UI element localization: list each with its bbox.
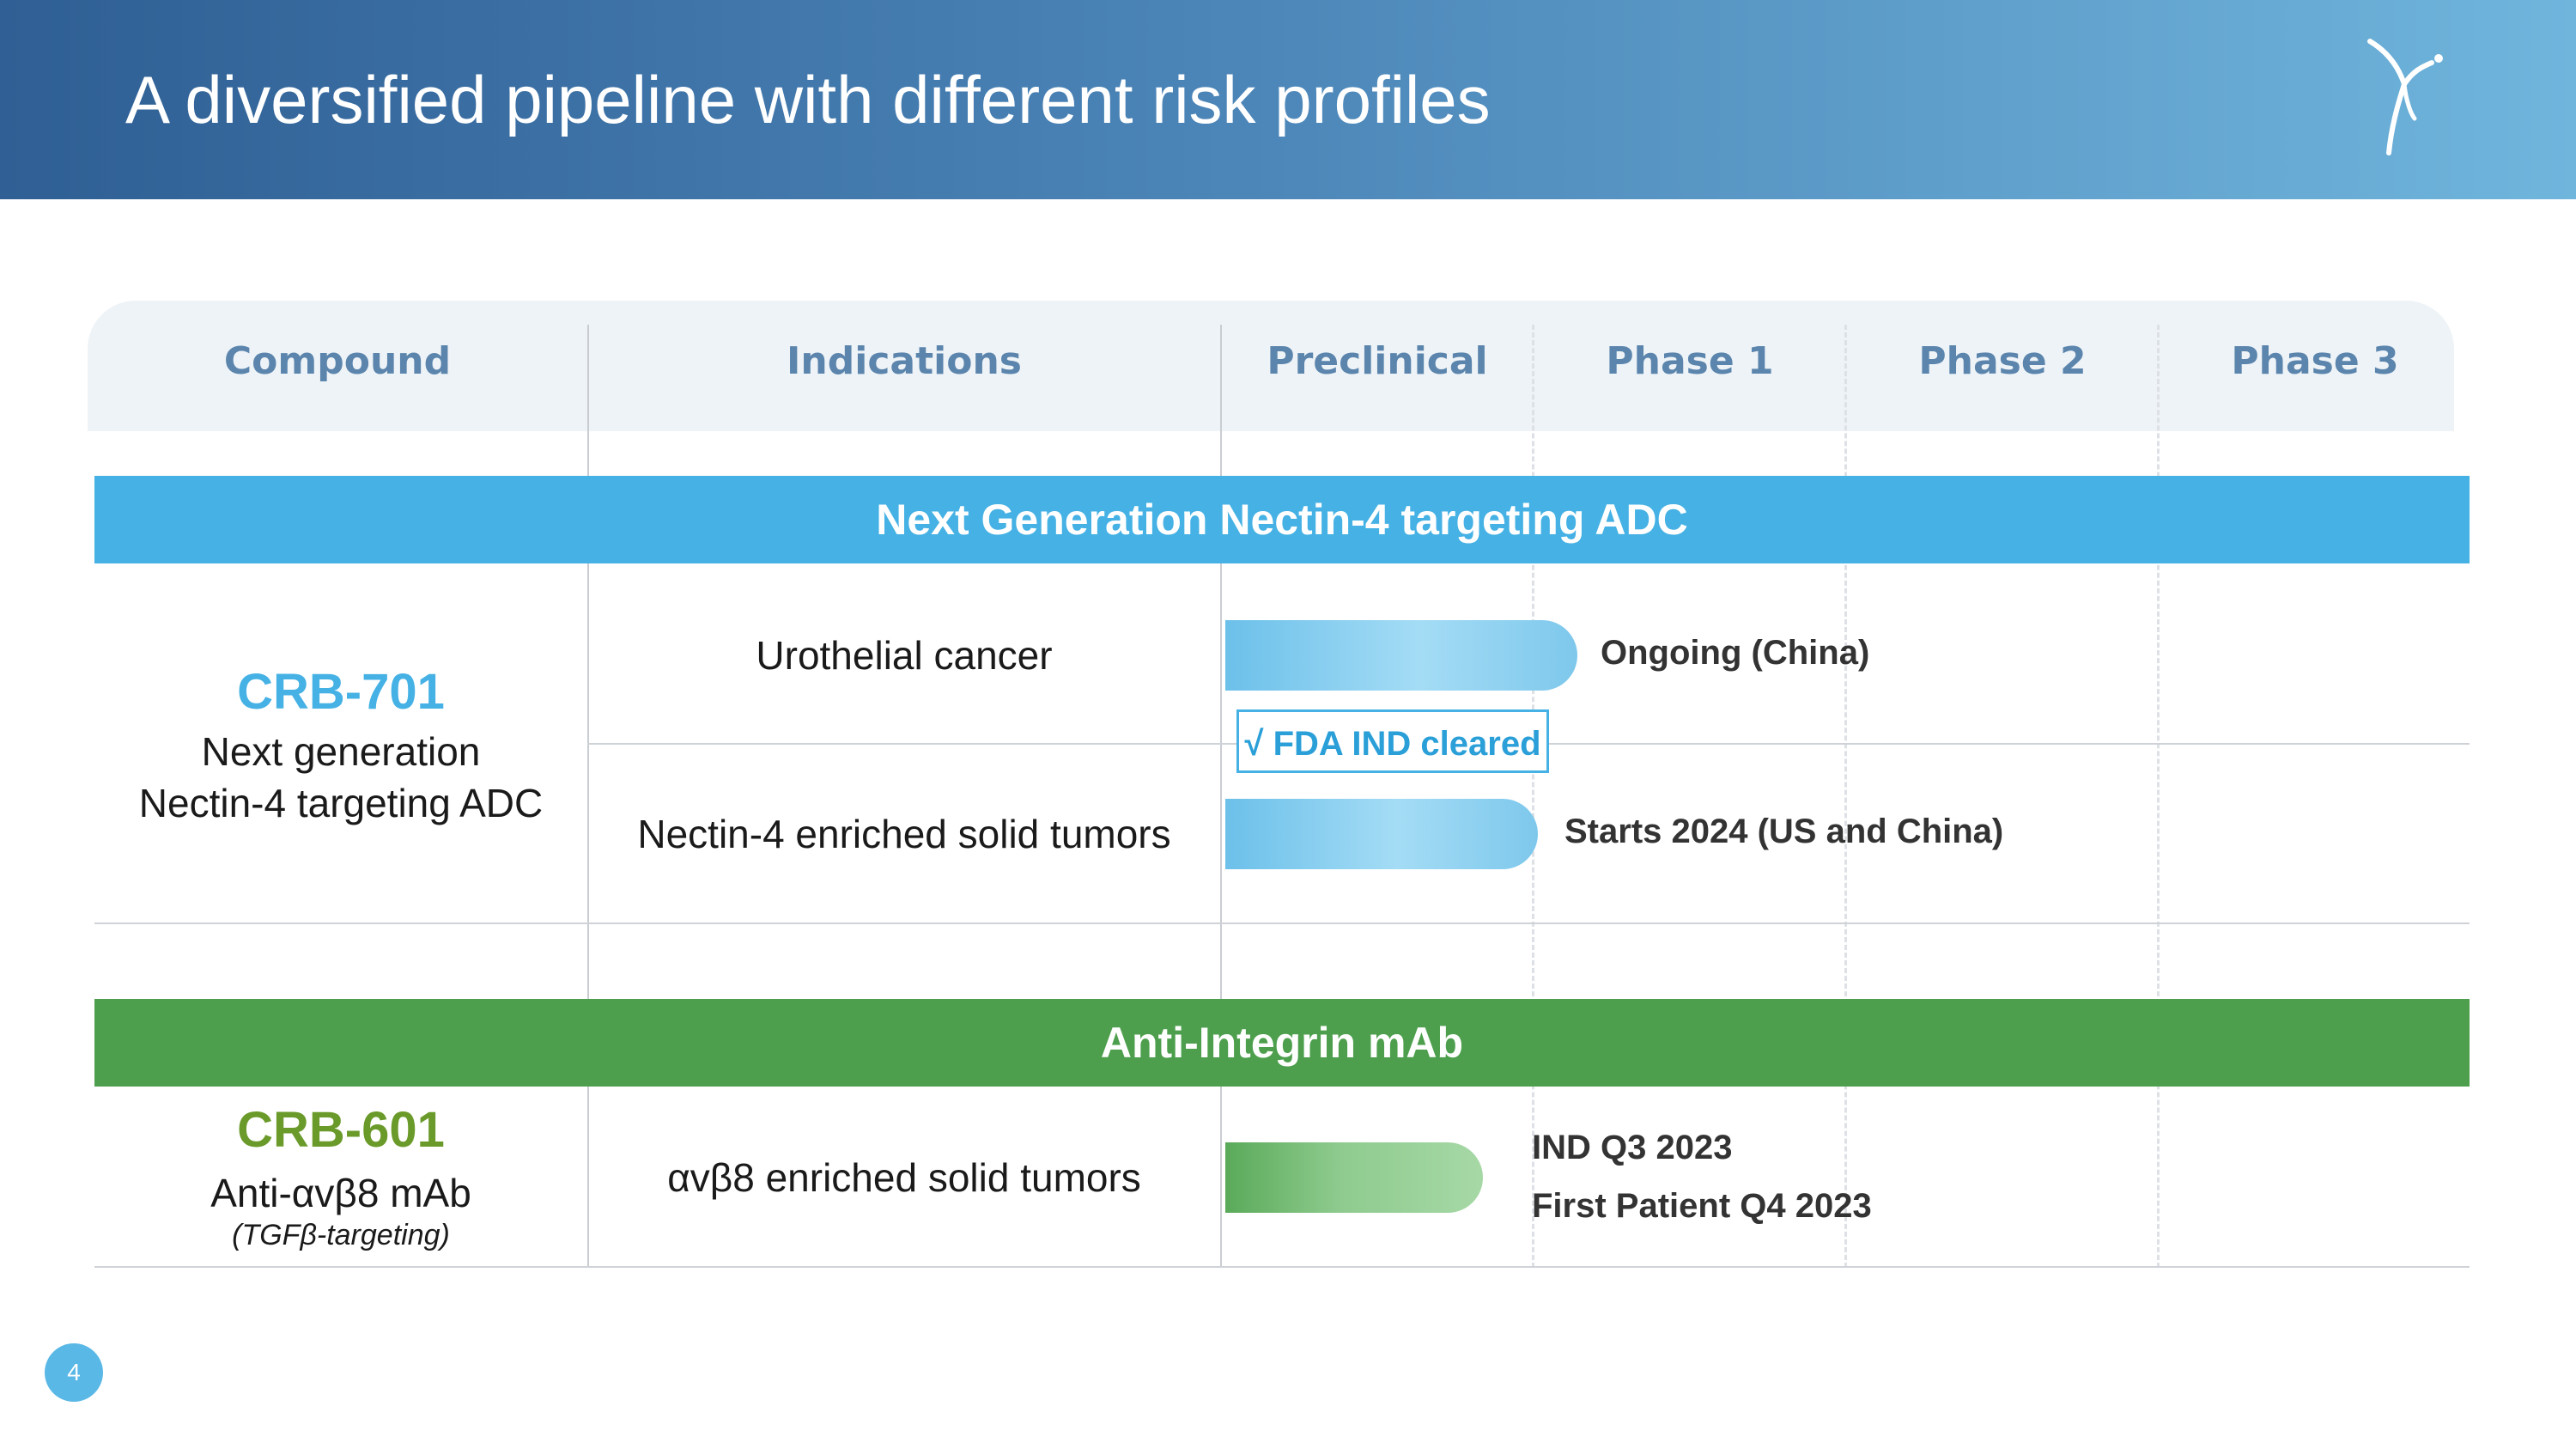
section-band-nectin-adc: Next Generation Nectin-4 targeting ADC bbox=[94, 476, 2470, 563]
column-header-indications: Indications bbox=[787, 339, 1022, 383]
progress-bar-urothelial bbox=[1225, 620, 1577, 691]
section-band-anti-integrin: Anti-Integrin mAb bbox=[94, 999, 2470, 1087]
phase-divider bbox=[2157, 325, 2160, 1268]
phase-divider bbox=[1532, 325, 1534, 1268]
column-header-compound: Compound bbox=[223, 339, 452, 383]
indication-urothelial: Urothelial cancer bbox=[756, 633, 1053, 678]
status-note-nectin-enriched: Starts 2024 (US and China) bbox=[1564, 813, 2004, 850]
figure-star-logo-icon bbox=[2367, 39, 2443, 155]
phase-divider bbox=[1844, 325, 1847, 1268]
compound-desc-line2: Nectin-4 targeting ADC bbox=[138, 781, 544, 825]
section-divider bbox=[94, 1266, 2470, 1268]
status-note-ind: IND Q3 2023 bbox=[1532, 1129, 1733, 1166]
compound-name-crb-701: CRB-701 bbox=[237, 664, 445, 720]
progress-bar-avb8 bbox=[1225, 1142, 1483, 1213]
page-number-badge: 4 bbox=[45, 1343, 103, 1402]
column-divider bbox=[587, 325, 589, 1268]
compound-desc-line2: (TGFβ-targeting) bbox=[232, 1219, 450, 1251]
column-header-phase-2: Phase 2 bbox=[1918, 339, 2087, 383]
column-header-preclinical: Preclinical bbox=[1267, 339, 1488, 383]
status-note-urothelial: Ongoing (China) bbox=[1601, 634, 1870, 672]
compound-name-crb-601: CRB-601 bbox=[237, 1102, 445, 1158]
compound-desc-line1: Next generation bbox=[201, 729, 481, 774]
fda-ind-cleared-badge: √ FDA IND cleared bbox=[1236, 709, 1549, 773]
section-divider bbox=[94, 922, 2470, 924]
indication-nectin-enriched: Nectin-4 enriched solid tumors bbox=[637, 812, 1171, 856]
column-header-phase-1: Phase 1 bbox=[1606, 339, 1774, 383]
column-header-phase-3: Phase 3 bbox=[2231, 339, 2399, 383]
progress-bar-nectin-enriched bbox=[1225, 799, 1538, 869]
indication-avb8-enriched: αvβ8 enriched solid tumors bbox=[667, 1155, 1141, 1200]
status-note-first-patient: First Patient Q4 2023 bbox=[1532, 1187, 1872, 1225]
page-title: A diversified pipeline with different ri… bbox=[125, 62, 1491, 137]
column-divider bbox=[1220, 325, 1222, 1268]
compound-desc-line1: Anti-αvβ8 mAb bbox=[210, 1171, 471, 1215]
